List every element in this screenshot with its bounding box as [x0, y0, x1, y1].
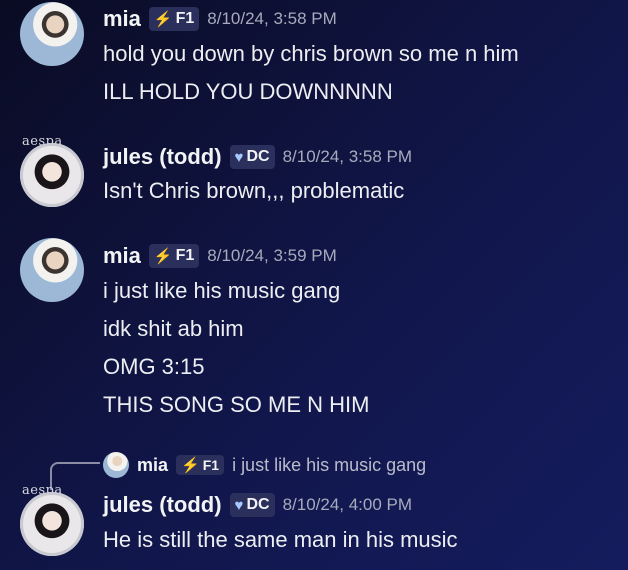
message-line: hold you down by chris brown so me n him	[103, 41, 519, 66]
timestamp: 8/10/24, 4:00 PM	[282, 495, 413, 514]
message-line: idk shit ab him	[103, 316, 244, 341]
message-line: Isn't Chris brown,,, problematic	[103, 178, 405, 203]
timestamp: 8/10/24, 3:58 PM	[207, 9, 337, 28]
reply-avatar	[103, 452, 129, 478]
bolt-icon: ⚡	[181, 457, 200, 474]
message-line: He is still the same man in his music	[103, 527, 458, 552]
reply-text: i just like his music gang	[232, 454, 427, 475]
message-line: OMG 3:15	[103, 354, 205, 379]
reply-role-tag: ⚡ F1	[176, 455, 225, 475]
avatar[interactable]	[20, 238, 84, 302]
message-line: i just like his music gang	[103, 278, 341, 303]
heart-icon: ♥	[234, 148, 244, 166]
avatar[interactable]	[20, 2, 84, 66]
timestamp: 8/10/24, 3:59 PM	[207, 246, 337, 265]
author-name[interactable]: jules (todd)	[103, 144, 222, 170]
bolt-icon: ⚡	[153, 11, 173, 28]
heart-icon: ♥	[234, 496, 244, 514]
role-tag[interactable]: ♥ DC	[229, 493, 275, 517]
reply-author: mia	[137, 454, 169, 475]
role-tag[interactable]: ⚡ F1	[148, 7, 200, 31]
bolt-icon: ⚡	[153, 248, 173, 265]
author-name[interactable]: jules (todd)	[103, 492, 222, 518]
message-line: ILL HOLD YOU DOWNNNNN	[103, 79, 393, 104]
role-tag[interactable]: ⚡ F1	[148, 244, 200, 268]
message-line: THIS SONG SO ME N HIM	[103, 392, 370, 417]
role-tag[interactable]: ♥ DC	[229, 145, 275, 169]
author-name[interactable]: mia	[103, 243, 141, 269]
avatar[interactable]	[20, 143, 84, 207]
reply-preview[interactable]: mia ⚡ F1 i just like his music gang	[103, 452, 426, 478]
timestamp: 8/10/24, 3:58 PM	[282, 147, 413, 166]
avatar[interactable]	[20, 492, 84, 556]
author-name[interactable]: mia	[103, 6, 141, 32]
